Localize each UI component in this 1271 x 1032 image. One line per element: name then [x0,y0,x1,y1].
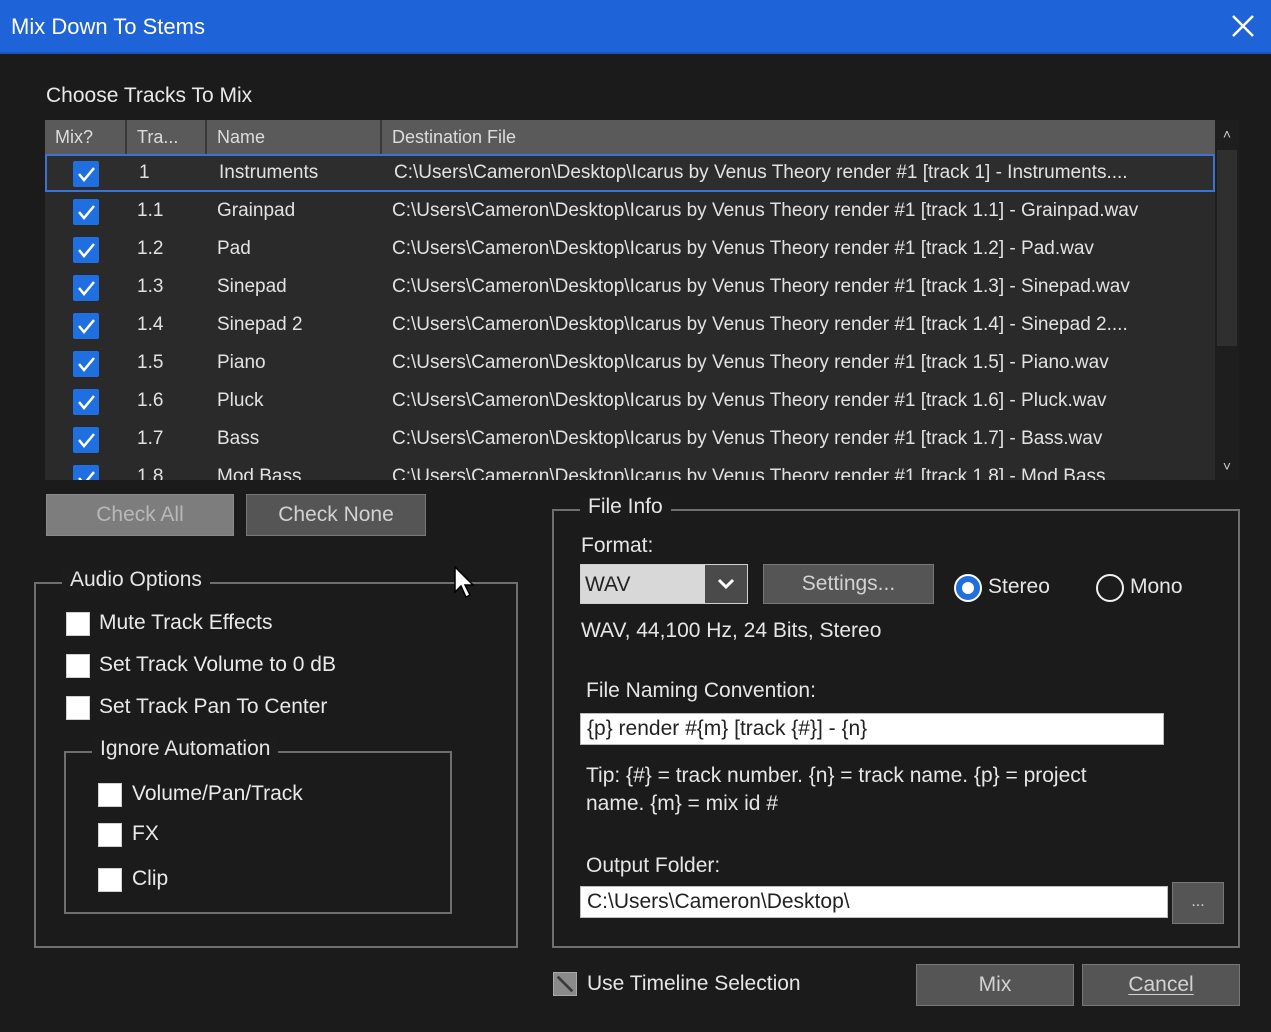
close-icon[interactable] [1227,10,1259,42]
mix-checkbox[interactable] [73,313,99,339]
destination-file: C:\Users\Cameron\Desktop\Icarus by Venus… [392,238,1094,259]
scroll-down-icon[interactable]: ˅ [1215,454,1239,478]
table-row[interactable]: 1.2 Pad C:\Users\Cameron\Desktop\Icarus … [45,230,1215,268]
naming-convention-input[interactable]: {p} render #{m} [track {#}] - {n} [580,713,1164,745]
check-none-button[interactable]: Check None [246,494,426,536]
track-name: Pad [217,238,251,259]
volume-zero-checkbox[interactable] [66,654,90,678]
title-bar: Mix Down To Stems [0,0,1271,54]
destination-file: C:\Users\Cameron\Desktop\Icarus by Venus… [392,276,1130,297]
table-row[interactable]: 1.5 Piano C:\Users\Cameron\Desktop\Icaru… [45,344,1215,382]
tip-text-line2: name. {m} = mix id # [586,792,779,815]
output-folder-label: Output Folder: [586,854,721,877]
track-name: Sinepad 2 [217,314,303,335]
col-mix[interactable]: Mix? [45,120,127,154]
track-name: Pluck [217,390,264,411]
format-select[interactable]: WAV [580,564,748,604]
cancel-button[interactable]: Cancel [1082,964,1240,1006]
track-number: 1.1 [137,200,164,221]
track-number: 1.7 [137,428,164,449]
ignore-automation-label: Ignore Automation [92,737,279,761]
col-name[interactable]: Name [207,120,382,154]
mute-effects-label: Mute Track Effects [99,611,273,634]
window-title: Mix Down To Stems [11,14,205,39]
track-number: 1 [139,162,150,183]
table-row[interactable]: 1 Instruments C:\Users\Cameron\Desktop\I… [45,154,1215,192]
table-row[interactable]: 1.8 Mod Bass C:\Users\Cameron\Desktop\Ic… [45,458,1215,480]
table-row[interactable]: 1.1 Grainpad C:\Users\Cameron\Desktop\Ic… [45,192,1215,230]
stereo-radio[interactable] [954,574,982,602]
table-row[interactable]: 1.6 Pluck C:\Users\Cameron\Desktop\Icaru… [45,382,1215,420]
naming-convention-label: File Naming Convention: [586,679,816,702]
ignore-fx-checkbox[interactable] [98,823,122,847]
track-number: 1.6 [137,390,164,411]
ignore-volume-pan-track-checkbox[interactable] [98,783,122,807]
scroll-up-icon[interactable]: ˄ [1215,122,1239,146]
ignore-clip-label: Clip [132,867,169,890]
mouse-cursor-icon [454,566,475,599]
destination-file: C:\Users\Cameron\Desktop\Icarus by Venus… [392,352,1109,373]
ignore-fx-label: FX [132,822,159,845]
format-value: WAV [585,573,631,596]
col-destination[interactable]: Destination File [382,120,1215,154]
mix-checkbox[interactable] [73,275,99,301]
table-row[interactable]: 1.3 Sinepad C:\Users\Cameron\Desktop\Ica… [45,268,1215,306]
audio-options-label: Audio Options [62,568,210,592]
mix-button[interactable]: Mix [916,964,1074,1006]
chevron-down-icon[interactable] [705,565,747,603]
track-name: Grainpad [217,200,296,221]
col-track[interactable]: Tra... [127,120,207,154]
track-name: Bass [217,428,260,449]
mix-checkbox[interactable] [73,389,99,415]
format-summary: WAV, 44,100 Hz, 24 Bits, Stereo [581,619,882,642]
browse-button[interactable]: ... [1172,882,1224,924]
volume-zero-label: Set Track Volume to 0 dB [99,653,336,676]
destination-file: C:\Users\Cameron\Desktop\Icarus by Venus… [392,390,1107,411]
mix-checkbox[interactable] [73,465,99,480]
destination-file: C:\Users\Cameron\Desktop\Icarus by Venus… [392,428,1103,449]
format-label: Format: [581,534,654,557]
ignore-clip-checkbox[interactable] [98,868,122,892]
settings-button[interactable]: Settings... [763,564,934,604]
tracks-table[interactable]: Mix? Tra... Name Destination File 1 Inst… [45,120,1215,480]
mono-label: Mono [1130,575,1183,598]
mute-effects-checkbox[interactable] [66,612,90,636]
mix-checkbox[interactable] [73,161,99,187]
choose-tracks-label: Choose Tracks To Mix [46,84,253,107]
destination-file: C:\Users\Cameron\Desktop\Icarus by Venus… [392,466,1106,480]
file-info-label: File Info [580,495,671,519]
check-all-button[interactable]: Check All [46,494,234,536]
mono-radio[interactable] [1096,574,1124,602]
track-name: Piano [217,352,266,373]
table-row[interactable]: 1.4 Sinepad 2 C:\Users\Cameron\Desktop\I… [45,306,1215,344]
use-timeline-label: Use Timeline Selection [587,972,801,995]
scroll-thumb[interactable] [1217,150,1237,346]
mix-checkbox[interactable] [73,237,99,263]
mix-checkbox[interactable] [73,427,99,453]
destination-file: C:\Users\Cameron\Desktop\Icarus by Venus… [394,162,1128,183]
ignore-volume-pan-track-label: Volume/Pan/Track [132,782,303,805]
ignore-automation-group [64,751,452,914]
table-header: Mix? Tra... Name Destination File [45,120,1215,154]
track-number: 1.8 [137,466,164,480]
track-number: 1.5 [137,352,164,373]
pan-center-checkbox[interactable] [66,696,90,720]
track-number: 1.4 [137,314,164,335]
output-folder-input[interactable]: C:\Users\Cameron\Desktop\ [580,886,1168,918]
track-name: Instruments [219,162,319,183]
destination-file: C:\Users\Cameron\Desktop\Icarus by Venus… [392,200,1139,221]
tip-text-line1: Tip: {#} = track number. {n} = track nam… [586,764,1087,787]
track-number: 1.2 [137,238,164,259]
stereo-label: Stereo [988,575,1050,598]
use-timeline-checkbox[interactable] [553,972,577,996]
track-name: Sinepad [217,276,287,297]
track-number: 1.3 [137,276,164,297]
pan-center-label: Set Track Pan To Center [99,695,328,718]
destination-file: C:\Users\Cameron\Desktop\Icarus by Venus… [392,314,1128,335]
mix-checkbox[interactable] [73,199,99,225]
table-row[interactable]: 1.7 Bass C:\Users\Cameron\Desktop\Icarus… [45,420,1215,458]
mix-checkbox[interactable] [73,351,99,377]
track-name: Mod Bass [217,466,302,480]
table-scrollbar[interactable]: ˄ ˅ [1215,120,1239,480]
